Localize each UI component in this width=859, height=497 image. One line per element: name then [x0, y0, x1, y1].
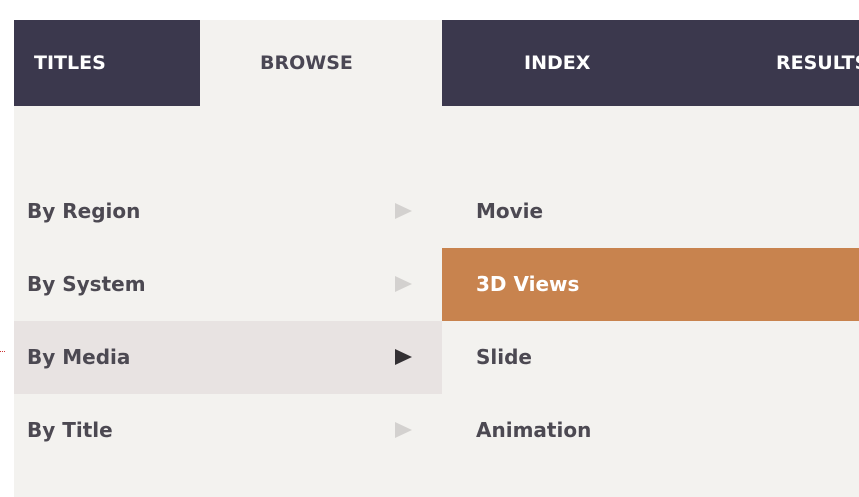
pointer-indicator	[0, 351, 5, 352]
triangle-right-icon	[395, 203, 412, 219]
media-option-label: Slide	[476, 345, 532, 369]
tab-results[interactable]: RESULTS	[712, 20, 859, 106]
media-option-animation[interactable]: Animation	[442, 394, 859, 467]
media-option-label: Movie	[476, 199, 544, 223]
triangle-right-icon	[395, 276, 412, 292]
category-label: By System	[27, 272, 146, 296]
category-by-title[interactable]: By Title	[14, 394, 442, 467]
category-by-media[interactable]: By Media	[14, 321, 442, 394]
tab-browse[interactable]: BROWSE	[200, 20, 442, 106]
browse-category-list: By Region By System By Media By Title	[14, 175, 442, 467]
media-option-slide[interactable]: Slide	[442, 321, 859, 394]
category-label: By Region	[27, 199, 141, 223]
media-option-3d-views[interactable]: 3D Views	[442, 248, 859, 321]
media-option-movie[interactable]: Movie	[442, 175, 859, 248]
category-by-region[interactable]: By Region	[14, 175, 442, 248]
category-by-system[interactable]: By System	[14, 248, 442, 321]
triangle-right-icon	[395, 349, 412, 365]
media-option-list: Movie 3D Views Slide Animation	[442, 175, 859, 467]
category-label: By Title	[27, 418, 113, 442]
category-label: By Media	[27, 345, 131, 369]
media-option-label: Animation	[476, 418, 592, 442]
tab-bar: TITLES BROWSE INDEX RESULTS	[14, 20, 859, 106]
tab-titles[interactable]: TITLES	[14, 20, 200, 106]
browse-panel: TITLES BROWSE INDEX RESULTS By Region By…	[14, 20, 859, 497]
media-option-label: 3D Views	[476, 272, 580, 296]
triangle-right-icon	[395, 422, 412, 438]
tab-index[interactable]: INDEX	[442, 20, 712, 106]
